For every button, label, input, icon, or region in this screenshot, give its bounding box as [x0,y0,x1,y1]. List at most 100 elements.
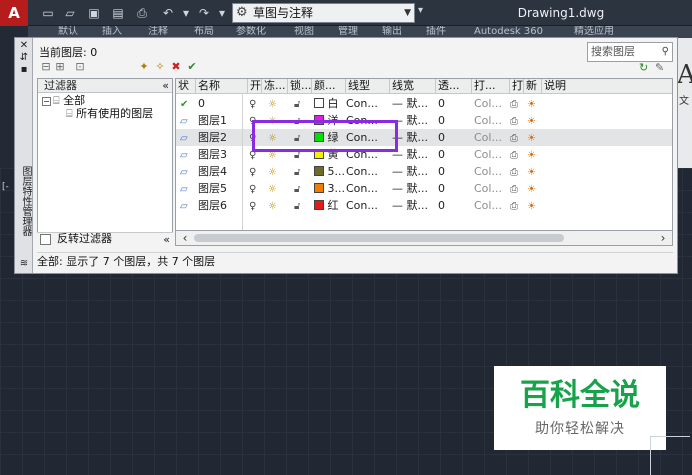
on-cell[interactable]: ♀ [249,180,261,197]
new-file-icon[interactable]: ▭ [40,5,56,21]
customize-toolbar-icon[interactable]: ▾ [418,5,430,21]
settings-icon[interactable]: ✎ [655,61,669,75]
linetype-cell[interactable]: Con... [346,95,388,112]
application-menu-button[interactable]: A [0,0,28,26]
tree-node-all[interactable]: − ⌸ 全部 [42,94,85,107]
plot-cell[interactable]: ⎙ [510,129,524,146]
column-on[interactable]: 开 [248,79,262,94]
name-cell[interactable]: 图层1 [198,112,246,129]
layer-row[interactable]: ▱ 图层4 ♀ ☼ 🔓︎ 5... Con... — 默... 0 Col... ⎙ ☀ [176,163,672,180]
layer-states-icon[interactable]: ⊡ [73,60,87,74]
name-cell[interactable]: 图层4 [198,163,246,180]
scroll-right-icon[interactable]: › [656,231,670,245]
transparency-cell[interactable]: 0 [438,129,468,146]
vp-freeze-cell[interactable]: ☀ [527,180,541,197]
lineweight-cell[interactable]: — 默... [392,146,436,163]
new-layer-vp-frozen-icon[interactable]: ✧ [153,60,167,74]
status-cell[interactable]: ▱ [180,112,196,129]
refresh-icon[interactable]: ↻ [639,61,653,75]
transparency-cell[interactable]: 0 [438,180,468,197]
scroll-thumb[interactable] [194,234,564,242]
plot-cell[interactable]: ⎙ [510,95,524,112]
status-cell[interactable]: ▱ [180,146,196,163]
name-cell[interactable]: 图层5 [198,180,246,197]
plot-cell[interactable]: ⎙ [510,197,524,214]
lineweight-cell[interactable]: — 默... [392,129,436,146]
layer-row[interactable]: ▱ 图层5 ♀ ☼ 🔓︎ 3... Con... — 默... 0 Col... ⎙ ☀ [176,180,672,197]
undo-dropdown-icon[interactable]: ▾ [178,5,194,21]
linetype-cell[interactable]: Con... [346,180,388,197]
lineweight-cell[interactable]: — 默... [392,180,436,197]
column-status[interactable]: 状 [176,79,196,94]
column-new-vp-freeze[interactable]: 新 [524,79,542,94]
color-cell[interactable]: 5... [314,163,346,180]
on-cell[interactable]: ♀ [249,197,261,214]
save-icon[interactable]: ▣ [86,5,102,21]
color-cell[interactable]: 红 [314,197,346,214]
status-cell[interactable]: ▱ [180,180,196,197]
lock-cell[interactable]: 🔓︎ [294,95,308,112]
vp-freeze-cell[interactable]: ☀ [527,197,541,214]
on-cell[interactable]: ♀ [249,95,261,112]
transparency-cell[interactable]: 0 [438,163,468,180]
lock-cell[interactable]: 🔓︎ [294,197,308,214]
horizontal-scrollbar[interactable]: ‹ › [175,230,673,246]
column-color[interactable]: 颜... [312,79,346,94]
tree-node-used-layers[interactable]: ⌸ 所有使用的图层 [66,107,153,120]
lineweight-cell[interactable]: — 默... [392,197,436,214]
delete-layer-icon[interactable]: ✖ [169,60,183,74]
close-icon[interactable]: ✕ [18,40,30,52]
status-cell[interactable]: ▱ [180,163,196,180]
transparency-cell[interactable]: 0 [438,197,468,214]
plot-cell[interactable]: ⎙ [510,146,524,163]
save-as-icon[interactable]: ▤ [110,5,126,21]
scroll-left-icon[interactable]: ‹ [178,231,192,245]
column-plot[interactable]: 打 [510,79,524,94]
layer-row[interactable]: ✔ 0 ♀ ☼ 🔓︎ 白 Con... — 默... 0 Col... ⎙ ☀ [176,95,672,112]
lineweight-cell[interactable]: — 默... [392,95,436,112]
vp-freeze-cell[interactable]: ☀ [527,95,541,112]
status-cell[interactable]: ✔ [180,95,196,112]
lock-cell[interactable]: 🔓︎ [294,163,308,180]
layer-row[interactable]: ▱ 图层3 ♀ ☼ 🔓︎ 黄 Con... — 默... 0 Col... ⎙ ☀ [176,146,672,163]
text-style-letter[interactable]: A [677,60,692,90]
transparency-cell[interactable]: 0 [438,95,468,112]
linetype-cell[interactable]: Con... [346,197,388,214]
column-freeze[interactable]: 冻... [262,79,288,94]
undo-icon[interactable]: ↶ [160,5,176,21]
collapse-toggle-icon[interactable]: − [42,96,51,106]
plot-cell[interactable]: ⎙ [510,112,524,129]
status-cell[interactable]: ▱ [180,197,196,214]
collapse-icon[interactable]: « [162,79,169,92]
plot-cell[interactable]: ⎙ [510,180,524,197]
print-icon[interactable]: ⎙ [134,5,150,21]
plot-cell[interactable]: ⎙ [510,163,524,180]
column-name[interactable]: 名称 [196,79,248,94]
transparency-cell[interactable]: 0 [438,146,468,163]
linetype-cell[interactable]: Con... [346,163,388,180]
redo-dropdown-icon[interactable]: ▾ [214,5,230,21]
column-transparency[interactable]: 透... [436,79,472,94]
freeze-cell[interactable]: ☼ [268,180,286,197]
invert-filter-checkbox[interactable] [40,234,51,245]
new-property-filter-icon[interactable]: ⊟ [39,60,53,74]
name-cell[interactable]: 图层3 [198,146,246,163]
name-cell[interactable]: 图层6 [198,197,246,214]
column-plot-style[interactable]: 打... [472,79,510,94]
vp-freeze-cell[interactable]: ☀ [527,129,541,146]
properties-icon[interactable]: ▪ [18,64,30,76]
name-cell[interactable]: 图层2 [198,129,246,146]
auto-hide-icon[interactable]: ⇵ [18,52,30,64]
layer-row[interactable]: ▱ 图层2 ♀ ☼ 🔓︎ 绿 Con... — 默... 0 Col... ⎙ ☀ [176,129,672,146]
redo-icon[interactable]: ↷ [196,5,212,21]
new-group-filter-icon[interactable]: ⊞ [53,60,67,74]
open-folder-icon[interactable]: ▱ [62,5,78,21]
color-cell[interactable]: 白 [314,95,346,112]
column-lineweight[interactable]: 线宽 [390,79,436,94]
transparency-cell[interactable]: 0 [438,112,468,129]
vp-freeze-cell[interactable]: ☀ [527,146,541,163]
column-lock[interactable]: 锁... [288,79,312,94]
column-linetype[interactable]: 线型 [346,79,390,94]
color-cell[interactable]: 3... [314,180,346,197]
name-cell[interactable]: 0 [198,95,246,112]
